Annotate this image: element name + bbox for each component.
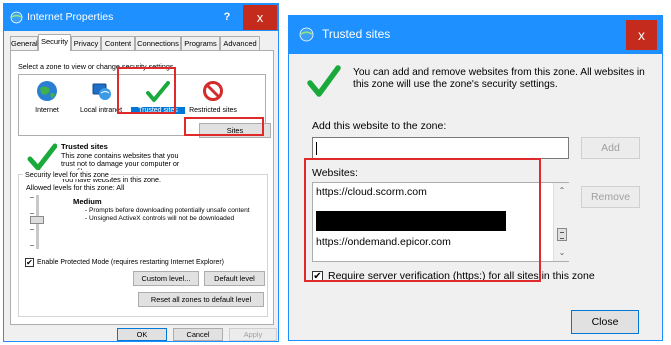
apply-button[interactable]: Apply — [229, 328, 277, 341]
custom-level-button[interactable]: Custom level... — [133, 271, 199, 286]
window-title: Internet Properties — [27, 11, 114, 23]
scroll-down-icon[interactable]: ⌄ — [554, 245, 570, 261]
add-button[interactable]: Add — [581, 137, 640, 159]
cancel-button[interactable]: Cancel — [173, 328, 223, 341]
check-mark-icon — [307, 65, 341, 97]
remove-button[interactable]: Remove — [581, 186, 640, 208]
allowed-levels-label: Allowed levels for this zone: All — [26, 183, 125, 192]
internet-properties-dialog: Internet Properties ? x General Security… — [3, 3, 279, 342]
zone-title: Trusted sites — [61, 142, 108, 151]
zone-label: Restricted sites — [189, 107, 237, 114]
tab-general[interactable]: General — [10, 36, 38, 50]
internet-properties-icon — [10, 11, 23, 24]
title-bar[interactable]: Trusted sites x — [289, 16, 662, 54]
security-level-name: Medium — [73, 197, 102, 206]
zone-check-icon — [27, 143, 57, 171]
tab-security[interactable]: Security — [38, 34, 71, 51]
internet-properties-icon — [299, 27, 314, 42]
protected-mode-label: Enable Protected Mode (requires restarti… — [37, 259, 224, 266]
ok-button[interactable]: OK — [117, 328, 167, 341]
tab-privacy[interactable]: Privacy — [71, 36, 101, 50]
tab-programs[interactable]: Programs — [181, 36, 220, 50]
info-text-line: this zone will use the zone's security s… — [353, 79, 558, 90]
globe-icon — [37, 81, 57, 101]
sites-button-highlight — [184, 117, 264, 136]
close-dialog-button[interactable]: Close — [571, 310, 639, 334]
title-bar[interactable]: Internet Properties ? x — [4, 4, 278, 31]
help-button[interactable]: ? — [219, 9, 235, 25]
websites-highlight — [304, 158, 541, 282]
websites-scrollbar[interactable]: ⌃ ⌄ — [553, 183, 569, 261]
reset-all-zones-button[interactable]: Reset all zones to default level — [138, 292, 264, 307]
slider-tick — [30, 197, 34, 198]
zone-internet[interactable]: Internet — [22, 78, 72, 134]
security-level-label: Security level for this zone — [23, 170, 111, 179]
security-level-description: - Unsigned ActiveX controls will not be … — [85, 215, 235, 222]
text-caret — [316, 142, 317, 155]
slider-tick — [30, 245, 34, 246]
protected-mode-checkbox[interactable]: ✔ — [25, 258, 34, 267]
prohibited-icon — [203, 81, 223, 101]
slider-tick — [30, 229, 34, 230]
scroll-thumb[interactable] — [557, 228, 567, 241]
add-website-label: Add this website to the zone: — [312, 120, 447, 132]
tab-advanced[interactable]: Advanced — [220, 36, 260, 50]
close-button[interactable]: x — [243, 5, 277, 30]
info-text-line: You can add and remove websites from thi… — [353, 67, 645, 78]
close-button[interactable]: x — [626, 20, 657, 50]
slider-tick — [30, 213, 34, 214]
security-slider-thumb[interactable] — [30, 216, 44, 224]
security-level-description: - Prompts before downloading potentially… — [85, 207, 250, 214]
tab-content[interactable]: Content — [101, 36, 135, 50]
local-intranet-icon — [92, 83, 111, 100]
window-title: Trusted sites — [322, 27, 391, 41]
zone-label: Internet — [35, 107, 59, 114]
trusted-sites-highlight — [117, 67, 176, 114]
default-level-button[interactable]: Default level — [204, 271, 265, 286]
tab-connections[interactable]: Connections — [135, 36, 181, 50]
scroll-up-icon[interactable]: ⌃ — [554, 183, 570, 199]
add-website-input[interactable] — [312, 137, 569, 159]
